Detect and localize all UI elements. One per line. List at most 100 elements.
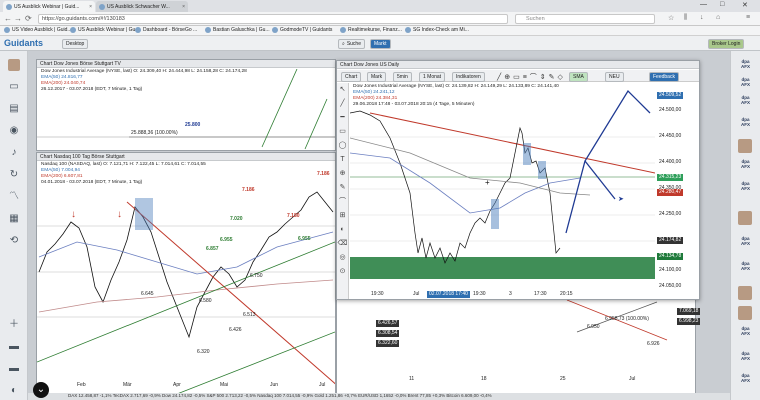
bookmark-item[interactable]: US Ausblick Webinar | Gu... — [70, 27, 140, 33]
menu-icon[interactable]: ≡ — [746, 14, 750, 21]
library-icon[interactable]: ⫼ — [684, 14, 687, 22]
guidants-logo[interactable]: Guidants — [4, 38, 43, 48]
refresh-icon[interactable]: ⟲ — [8, 235, 20, 247]
bookmark-item[interactable]: US Video Ausblick | Guid... — [4, 27, 72, 33]
star-icon[interactable]: ☆ — [668, 14, 674, 22]
download-icon[interactable]: ↓ — [700, 14, 704, 21]
mark-button[interactable]: Mark — [367, 72, 387, 82]
avatar[interactable] — [738, 306, 752, 320]
level-label: 7.186 — [242, 187, 255, 193]
x-axis-label: Mär — [123, 382, 132, 388]
dpa-afx-icon[interactable]: dpa AFX — [738, 159, 753, 174]
dpa-afx-icon[interactable]: dpa AFX — [738, 373, 753, 388]
draw-toolbar[interactable]: ↖ ╱ ━ ▭ ◯ T ⊕ ✎ ⌒ ⊞ ◐ ⌫ ◎ ⊙ — [337, 83, 349, 299]
dpa-afx-icon[interactable]: dpa AFX — [738, 326, 753, 341]
avatar[interactable] — [738, 139, 752, 153]
markt-button[interactable]: Markt — [370, 39, 391, 49]
info-icon[interactable]: ◐ — [8, 385, 20, 397]
browser-search-input[interactable]: Suchen — [515, 14, 655, 24]
clipboard-icon[interactable]: ▤ — [8, 103, 20, 115]
level-label: 6.955 — [220, 237, 233, 243]
chart-button[interactable]: Chart — [341, 72, 362, 82]
user-icon[interactable] — [8, 59, 20, 71]
chart-area: ➤ + — [350, 89, 655, 279]
url-input[interactable]: https://go.guidants.com/#!/130183 — [38, 14, 508, 24]
bell-icon[interactable]: ♪ — [8, 147, 20, 159]
svg-text:➤: ➤ — [618, 196, 624, 203]
y-axis-label: 24.500,00 — [659, 107, 682, 113]
panel-title: Chart Dow Jones US Daily — [337, 61, 699, 69]
price-tag: 24.174,82 — [657, 237, 684, 244]
panel-title: Chart Nasdaq 100 Tag Börse Stuttgart — [37, 153, 335, 161]
eye-icon[interactable]: ◉ — [8, 125, 20, 137]
address-bar: ← → ⟳ https://go.guidants.com/#!/130183 … — [0, 12, 760, 26]
close-icon[interactable]: × — [182, 4, 185, 10]
x-axis-label: Feb — [77, 382, 86, 388]
desktop-button[interactable]: Desktop — [62, 39, 89, 49]
favicon-icon — [6, 3, 12, 10]
svg-text:+: + — [485, 178, 490, 187]
chart-panel-nasdaq[interactable]: Chart Nasdaq 100 Tag Börse Stuttgart Nas… — [36, 152, 336, 394]
new-button[interactable]: NEU — [605, 72, 624, 82]
interval-button[interactable]: 5min — [393, 72, 412, 82]
dpa-afx-icon[interactable]: dpa AFX — [738, 95, 753, 110]
right-sidebar: dpa AFX dpa AFX dpa AFX dpa AFX dpa AFX dpa AF… — [730, 51, 760, 400]
browser-tab[interactable]: US Ausblick Webinar | Guid... × — [3, 1, 95, 12]
x-axis-label: 19:30 — [371, 291, 384, 297]
chart-panel-dow-daily[interactable]: Chart Dow Jones US Daily Chart Mark 5min… — [336, 60, 700, 300]
back-icon[interactable]: ← — [4, 14, 12, 23]
folder-icon[interactable]: ▬ — [8, 341, 20, 353]
close-window-icon[interactable]: ✕ — [742, 1, 748, 9]
dpa-afx-icon[interactable]: dpa AFX — [738, 236, 753, 251]
chart-icon[interactable]: 〽 — [8, 191, 20, 203]
avatar[interactable] — [738, 286, 752, 300]
dpa-afx-icon[interactable]: dpa AFX — [738, 77, 753, 92]
bookmarks-bar: US Video Ausblick | Guid... US Ausblick … — [0, 26, 760, 36]
dpa-afx-icon[interactable]: dpa AFX — [738, 181, 753, 196]
chart-panel-lower-right[interactable]: 6.950 6.926 6.958,73 (100.00%) 11 18 25 … — [336, 300, 701, 394]
level-label: 6.320 — [197, 349, 210, 355]
forward-icon[interactable]: → — [14, 14, 22, 23]
browser-tab[interactable]: US Ausblick Schwacher W... × — [96, 1, 188, 12]
price-tag: 24.134,78 — [657, 253, 684, 260]
dpa-afx-icon[interactable]: dpa AFX — [738, 351, 753, 366]
search-button[interactable]: ⌕ Suche — [338, 39, 365, 49]
broker-login-button[interactable]: Broker Login — [708, 39, 745, 49]
indicators-button[interactable]: Indikatoren — [452, 72, 485, 82]
folder-icon[interactable]: ▬ — [8, 363, 20, 375]
dpa-afx-icon[interactable]: dpa AFX — [738, 261, 753, 276]
price-tag: 6.426,57 — [376, 320, 400, 327]
tab-label: US Ausblick Schwacher W... — [107, 3, 170, 10]
maximize-icon[interactable]: □ — [720, 1, 724, 8]
level-label: 6.958,73 (100.00%) — [605, 316, 649, 322]
level-label: 6.645 — [141, 291, 154, 297]
sma-button[interactable]: SMA — [569, 72, 588, 82]
chart-toolbar: Chart Mark 5min 1 Monat Indikatoren ╱⊕▭≡… — [337, 70, 699, 82]
range-button[interactable]: 1 Monat — [419, 72, 446, 82]
home-icon[interactable]: ⌂ — [716, 14, 720, 21]
app-logo-icon[interactable]: ⌄ — [33, 382, 49, 398]
grid-icon[interactable]: ▦ — [8, 213, 20, 225]
feedback-button[interactable]: Feedback — [649, 72, 679, 82]
chart-panel-dow-stuttgart[interactable]: Chart Dow Jones Börse Stuttgart TV Dow J… — [36, 59, 336, 151]
level-label: 25.800 — [185, 122, 201, 128]
monitor-icon[interactable]: ▭ — [8, 81, 20, 93]
bookmark-item[interactable]: Dashboard - BörseGo ... — [135, 27, 197, 33]
bookmark-item[interactable]: Bastian Galuschka | Gu... — [205, 27, 270, 33]
level-label: 6.950 — [587, 324, 600, 330]
app-header: Guidants Desktop ⌕ Suche Markt Broker Log… — [0, 36, 760, 51]
bookmark-item[interactable]: SG Index-Check am Mi... — [405, 27, 469, 33]
plus-icon[interactable]: ＋ — [8, 319, 20, 331]
bookmark-item[interactable]: GodmodeTV | Guidants — [272, 27, 332, 33]
dpa-afx-icon[interactable]: dpa AFX — [738, 117, 753, 132]
drawing-tools-icon[interactable]: ╱⊕▭≡⌒⇕✎◇ — [497, 72, 566, 82]
reload-icon[interactable]: ⟳ — [25, 14, 32, 23]
bookmark-item[interactable]: Realtimekurse, Finanz... — [340, 27, 402, 33]
price-tag: 24.315,23 — [657, 174, 684, 181]
minimize-icon[interactable]: — — [700, 1, 707, 8]
price-tag: 24.280,47 — [657, 189, 684, 196]
refresh-icon[interactable]: ↻ — [8, 169, 20, 181]
close-icon[interactable]: × — [89, 4, 92, 10]
dpa-afx-icon[interactable]: dpa AFX — [738, 59, 753, 74]
avatar[interactable] — [738, 211, 752, 225]
